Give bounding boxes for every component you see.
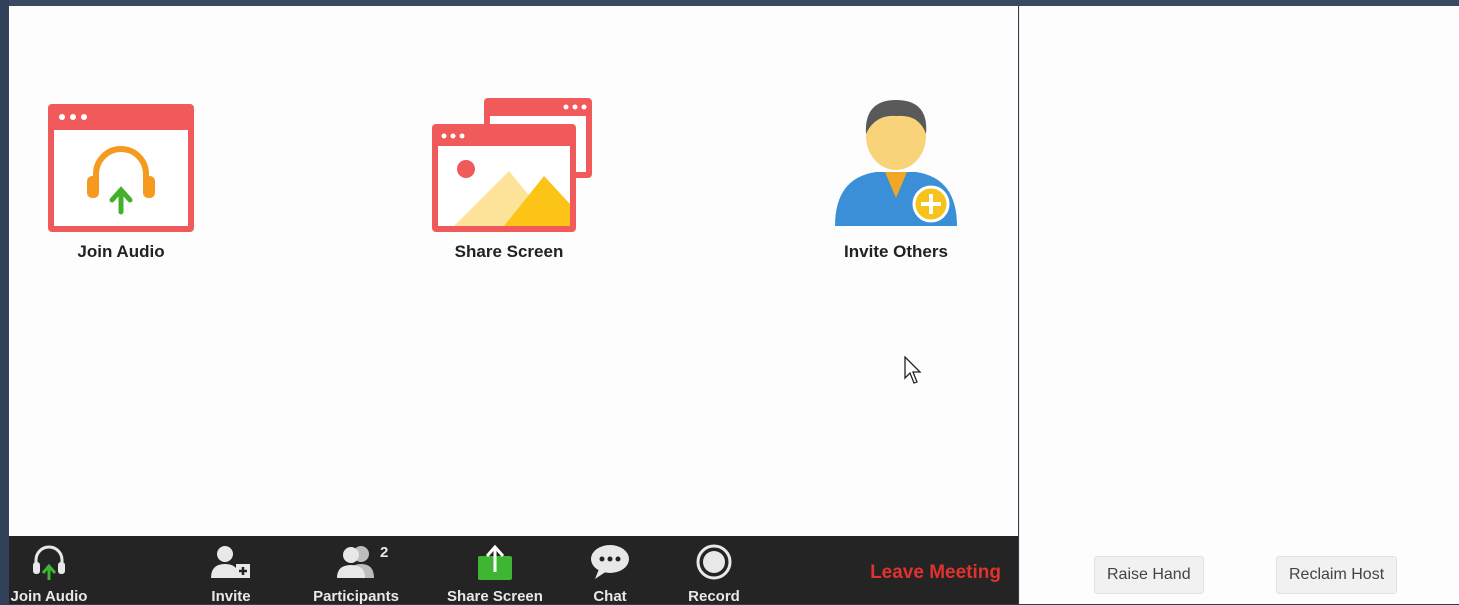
chat-button[interactable]: Chat [580, 536, 640, 605]
record-icon [696, 544, 732, 580]
record-button[interactable]: Record [679, 536, 749, 605]
join-audio-button[interactable]: Join Audio [0, 536, 99, 605]
reclaim-host-button[interactable]: Reclaim Host [1276, 556, 1398, 594]
share-screen-button[interactable]: Share Screen [442, 536, 548, 605]
background-left-strip [0, 0, 9, 604]
join-audio-window-icon [48, 104, 194, 232]
share-screen-window-icon [432, 98, 592, 232]
invite-others-label: Invite Others [844, 242, 948, 261]
record-label: Record [688, 588, 740, 605]
add-user-icon [211, 546, 250, 578]
participants-icon [337, 546, 374, 578]
join-audio-tile[interactable]: Join Audio [11, 66, 231, 276]
invite-others-tile[interactable]: Invite Others [786, 66, 1006, 276]
participants-count-badge: 2 [380, 544, 389, 561]
share-screen-toolbar-label: Share Screen [447, 588, 543, 605]
invite-others-person-icon [835, 100, 957, 226]
invite-label: Invite [211, 588, 251, 605]
share-screen-icon [478, 544, 512, 580]
leave-meeting-button[interactable]: Leave Meeting [870, 562, 1001, 584]
chat-icon [591, 545, 629, 579]
raise-hand-button[interactable]: Raise Hand [1094, 556, 1204, 594]
join-audio-label: Join Audio [77, 242, 165, 261]
meeting-main-area: Join Audio Share Screen Invite Others [9, 6, 1018, 536]
participants-label: Participants [313, 588, 399, 605]
invite-button[interactable]: Invite [191, 536, 271, 605]
share-screen-tile[interactable]: Share Screen [399, 66, 619, 276]
side-panel [1019, 6, 1459, 604]
mouse-cursor-icon [904, 356, 922, 384]
headphones-icon [33, 545, 65, 580]
share-screen-label: Share Screen [454, 242, 564, 261]
meeting-toolbar: Join Audio Invite 2 Participants Share S… [9, 536, 1018, 605]
chat-label: Chat [593, 588, 627, 605]
join-audio-toolbar-label: Join Audio [10, 588, 88, 605]
participants-button[interactable]: 2 Participants [306, 536, 406, 605]
